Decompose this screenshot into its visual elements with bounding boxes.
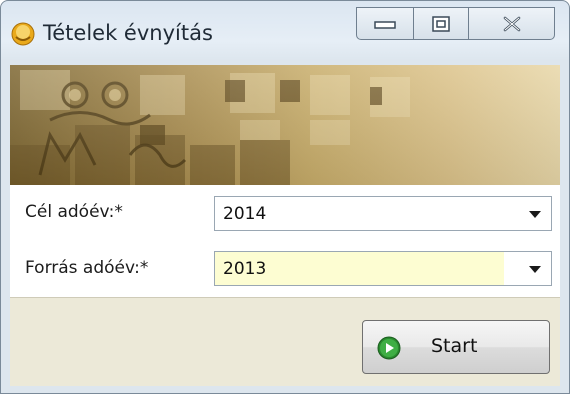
- source-year-select[interactable]: 2013: [214, 251, 552, 286]
- target-year-select[interactable]: 2014: [214, 196, 552, 231]
- chevron-down-icon[interactable]: [529, 266, 541, 273]
- caption-buttons: [356, 7, 555, 41]
- title-bar[interactable]: Tételek évnyítás: [1, 1, 569, 63]
- banner-shade: [10, 65, 560, 185]
- dialog-footer: Start: [10, 297, 560, 386]
- header-banner-image: [10, 65, 560, 185]
- form-area: Cél adóév:* 2014 Forrás adóév:* 2013: [10, 185, 560, 297]
- app-icon: [11, 22, 35, 46]
- chevron-down-icon[interactable]: [529, 211, 541, 218]
- dialog-window: Tételek évnyítás Cél adóév:* 2014 Forrás…: [0, 0, 570, 394]
- window-title: Tételek évnyítás: [43, 21, 213, 45]
- start-button-label: Start: [431, 335, 478, 357]
- maximize-button[interactable]: [414, 7, 469, 40]
- target-year-label: Cél adóév:*: [25, 202, 123, 222]
- start-button[interactable]: Start: [362, 320, 550, 374]
- target-year-value: 2014: [223, 204, 267, 224]
- minimize-icon: [374, 20, 396, 29]
- source-year-value: 2013: [223, 259, 267, 279]
- close-button[interactable]: [469, 7, 555, 40]
- play-icon: [377, 336, 401, 360]
- close-icon: [503, 16, 520, 31]
- maximize-icon: [432, 15, 450, 32]
- minimize-button[interactable]: [356, 7, 414, 40]
- source-year-label: Forrás adóév:*: [25, 258, 149, 278]
